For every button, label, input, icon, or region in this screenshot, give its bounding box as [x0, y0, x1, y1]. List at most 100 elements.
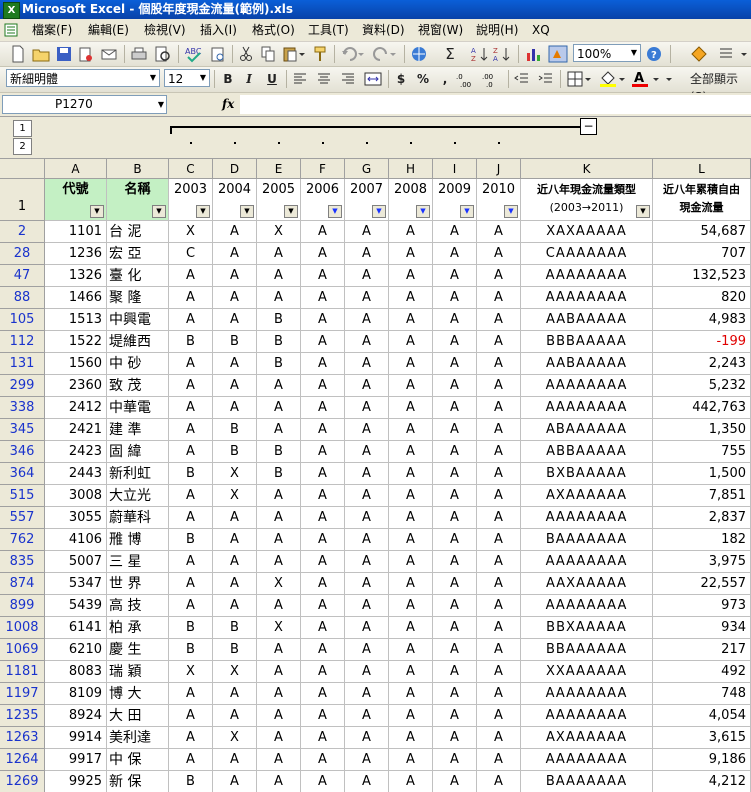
year-type-cell[interactable]: A	[257, 639, 301, 661]
type-code-cell[interactable]: AAAAAAAA	[521, 397, 653, 419]
name-cell[interactable]: 固 緯	[107, 441, 169, 463]
column-header-i[interactable]: I	[433, 159, 477, 179]
year-type-cell[interactable]: A	[389, 243, 433, 265]
row-header[interactable]: 346	[0, 441, 45, 463]
year-type-cell[interactable]: A	[389, 617, 433, 639]
year-type-cell[interactable]: X	[213, 485, 257, 507]
year-type-cell[interactable]: A	[345, 573, 389, 595]
year-type-cell[interactable]: A	[257, 727, 301, 749]
year-type-cell[interactable]: A	[301, 463, 345, 485]
type-code-cell[interactable]: AAAAAAAA	[521, 705, 653, 727]
column-header-a[interactable]: A	[45, 159, 107, 179]
year-type-cell[interactable]: A	[433, 309, 477, 331]
year-type-cell[interactable]: B	[257, 353, 301, 375]
code-cell[interactable]: 3055	[45, 507, 107, 529]
type-code-cell[interactable]: AAXAAAAA	[521, 573, 653, 595]
year-type-cell[interactable]: A	[477, 331, 521, 353]
total-cash-flow-cell[interactable]: 7,851	[653, 485, 751, 507]
header-cell-j[interactable]: 2010 ▼	[477, 179, 521, 221]
year-type-cell[interactable]: B	[257, 331, 301, 353]
year-type-cell[interactable]: B	[169, 617, 213, 639]
name-cell[interactable]: 中華電	[107, 397, 169, 419]
year-type-cell[interactable]: A	[477, 661, 521, 683]
font-name-select[interactable]: 新細明體 ▼	[6, 69, 160, 87]
year-type-cell[interactable]: A	[433, 771, 477, 792]
menu-tools[interactable]: 工具(T)	[308, 22, 349, 38]
bold-button[interactable]: B	[220, 70, 236, 88]
decrease-decimal-icon[interactable]: .00.0	[482, 70, 504, 88]
row-header[interactable]: 835	[0, 551, 45, 573]
year-type-cell[interactable]: A	[433, 353, 477, 375]
year-type-cell[interactable]: A	[477, 595, 521, 617]
year-type-cell[interactable]: A	[213, 265, 257, 287]
year-type-cell[interactable]: A	[389, 683, 433, 705]
type-code-cell[interactable]: AABAAAAA	[521, 353, 653, 375]
type-code-cell[interactable]: ABBAAAAA	[521, 441, 653, 463]
year-type-cell[interactable]: A	[389, 375, 433, 397]
year-type-cell[interactable]: A	[477, 419, 521, 441]
code-cell[interactable]: 1466	[45, 287, 107, 309]
header-cell-f[interactable]: 2006 ▼	[301, 179, 345, 221]
year-type-cell[interactable]: A	[301, 221, 345, 243]
type-code-cell[interactable]: AAAAAAAA	[521, 507, 653, 529]
year-type-cell[interactable]: A	[257, 265, 301, 287]
excel-app-icon[interactable]: X	[3, 2, 20, 19]
open-folder-icon[interactable]	[32, 45, 50, 63]
row-header[interactable]: 1235	[0, 705, 45, 727]
year-type-cell[interactable]: A	[169, 749, 213, 771]
year-type-cell[interactable]: A	[345, 771, 389, 792]
total-cash-flow-cell[interactable]: 4,054	[653, 705, 751, 727]
name-cell[interactable]: 中 砂	[107, 353, 169, 375]
code-cell[interactable]: 8083	[45, 661, 107, 683]
decrease-indent-icon[interactable]	[514, 70, 530, 88]
year-type-cell[interactable]: A	[433, 441, 477, 463]
total-cash-flow-cell[interactable]: 820	[653, 287, 751, 309]
menu-window[interactable]: 視窗(W)	[418, 22, 463, 38]
year-type-cell[interactable]: A	[213, 529, 257, 551]
code-cell[interactable]: 5347	[45, 573, 107, 595]
year-type-cell[interactable]: A	[169, 507, 213, 529]
year-type-cell[interactable]: A	[213, 705, 257, 727]
chevron-down-icon[interactable]: ▼	[147, 70, 159, 86]
undo-icon[interactable]	[340, 45, 366, 63]
hyperlink-icon[interactable]	[410, 45, 428, 63]
row-header[interactable]: 1269	[0, 771, 45, 792]
menu-view[interactable]: 檢視(V)	[144, 22, 186, 38]
year-type-cell[interactable]: A	[213, 287, 257, 309]
year-type-cell[interactable]: A	[433, 463, 477, 485]
autofilter-dropdown-icon[interactable]: ▼	[152, 205, 166, 218]
year-type-cell[interactable]: A	[389, 463, 433, 485]
row-header[interactable]: 299	[0, 375, 45, 397]
year-type-cell[interactable]: A	[257, 705, 301, 727]
type-code-cell[interactable]: BAAAAAAA	[521, 771, 653, 792]
total-cash-flow-cell[interactable]: 9,186	[653, 749, 751, 771]
total-cash-flow-cell[interactable]: 707	[653, 243, 751, 265]
outline-collapse-button[interactable]: −	[580, 118, 597, 135]
year-type-cell[interactable]: A	[213, 749, 257, 771]
row-header[interactable]: 762	[0, 529, 45, 551]
code-cell[interactable]: 9925	[45, 771, 107, 792]
year-type-cell[interactable]: A	[169, 287, 213, 309]
row-header[interactable]: 1008	[0, 617, 45, 639]
autofilter-dropdown-icon[interactable]: ▼	[504, 205, 518, 218]
type-code-cell[interactable]: BBXAAAAA	[521, 617, 653, 639]
year-type-cell[interactable]: A	[433, 221, 477, 243]
year-type-cell[interactable]: A	[345, 529, 389, 551]
year-type-cell[interactable]: A	[301, 309, 345, 331]
total-cash-flow-cell[interactable]: 217	[653, 639, 751, 661]
year-type-cell[interactable]: A	[213, 353, 257, 375]
code-cell[interactable]: 1236	[45, 243, 107, 265]
year-type-cell[interactable]: A	[213, 507, 257, 529]
year-type-cell[interactable]: A	[477, 727, 521, 749]
year-type-cell[interactable]: A	[433, 419, 477, 441]
name-cell[interactable]: 臺 化	[107, 265, 169, 287]
year-type-cell[interactable]: A	[257, 661, 301, 683]
menu-insert[interactable]: 插入(I)	[200, 22, 237, 38]
year-type-cell[interactable]: B	[169, 771, 213, 792]
year-type-cell[interactable]: A	[477, 243, 521, 265]
year-type-cell[interactable]: A	[169, 397, 213, 419]
menu-data[interactable]: 資料(D)	[362, 22, 405, 38]
year-type-cell[interactable]: A	[477, 353, 521, 375]
year-type-cell[interactable]: A	[345, 727, 389, 749]
name-cell[interactable]: 慶 生	[107, 639, 169, 661]
